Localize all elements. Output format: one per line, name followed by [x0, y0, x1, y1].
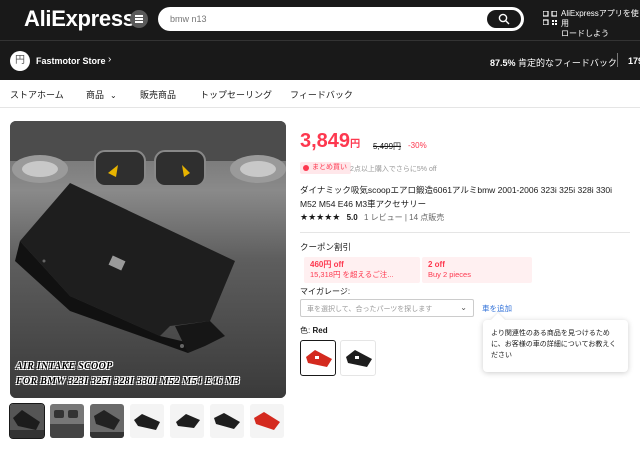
nav-sale-items[interactable]: 販売商品 [140, 88, 176, 101]
garage-tooltip: より関連性のある商品を見つけるために、お客様の車の詳細についてお教えください [483, 320, 628, 372]
coupon-1-detail: 15,318円 を超えるご注... [310, 270, 394, 279]
thumbnail-3[interactable] [90, 404, 124, 438]
coupon-2-detail: Buy 2 pieces [428, 270, 471, 279]
chevron-down-icon: ⌄ [110, 91, 117, 100]
rating-value: 5.0 [346, 213, 358, 222]
search-bar[interactable] [158, 7, 524, 31]
coupon-2-title: 2 off [428, 260, 445, 269]
price-unit: 円 [350, 139, 361, 150]
color-label-text: 色: [300, 326, 311, 335]
promo-text: 2点以上購入でさらに5% off [350, 166, 437, 173]
nav-products-label: 商品 [86, 90, 105, 100]
store-name[interactable]: Fastmotor Store [36, 56, 106, 66]
thumbnail-4[interactable] [130, 404, 164, 438]
store-feedback: 87.5% 肯定的なフィードバック [490, 56, 617, 69]
store-bar: 円 Fastmotor Store › 87.5% 肯定的なフィードバック 17… [0, 40, 640, 80]
app-download-text[interactable]: AliExpressアプリを使用 ロードしよう [561, 9, 640, 39]
coupon-2[interactable]: 2 off Buy 2 pieces [422, 257, 532, 283]
nav-products[interactable]: 商品 ⌄ [86, 88, 117, 101]
feedback-percent: 87.5% [490, 58, 516, 68]
color-swatch-red[interactable] [300, 340, 336, 376]
search-button[interactable] [487, 10, 521, 28]
coupon-1[interactable]: 460円 off 15,318円 を超えるご注... [304, 257, 420, 283]
product-photo [10, 121, 286, 398]
app-text-line1: AliExpressアプリを使用 [561, 9, 639, 28]
thumbnail-5[interactable] [170, 404, 204, 438]
reviews-link[interactable]: 1 レビュー [364, 213, 403, 222]
app-text-line2: ロードしよう [561, 29, 609, 38]
discount-percent: -30% [408, 141, 427, 150]
top-header: AliExpress AliExpressアプリを使用 ロードしよう [0, 0, 640, 40]
nav-store-home[interactable]: ストアホーム [10, 88, 64, 101]
chevron-down-icon: ⌄ [460, 303, 467, 312]
original-price: 5,499円 [373, 142, 402, 151]
image-caption-line2: FOR BMW 323I 325I 328I 330I M52 M54 E46 … [16, 376, 240, 387]
product-price: 3,849円 [300, 130, 360, 153]
search-icon [498, 13, 510, 25]
price-value: 3,849 [300, 130, 351, 152]
thumbnail-6[interactable] [210, 404, 244, 438]
feedback-label: 肯定的なフィードバック [515, 58, 617, 68]
section-divider [300, 232, 630, 233]
bulk-buy-badge: まとめ買い [300, 162, 351, 174]
follower-count: 179 [628, 56, 640, 66]
chevron-right-icon[interactable]: › [108, 54, 111, 65]
sold-count: 14 点販売 [409, 213, 445, 222]
thumbnail-1[interactable] [9, 403, 45, 439]
qr-code-icon[interactable] [543, 11, 557, 25]
garage-select[interactable]: 車を選択して、合ったパーツを探します ⌄ [300, 299, 474, 317]
color-label: 色: Red [300, 325, 328, 336]
nav-feedback[interactable]: フィードバック [290, 88, 353, 101]
nav-top-selling[interactable]: トップセーリング [200, 88, 272, 101]
store-nav: ストアホーム 商品 ⌄ 販売商品 トップセーリング フィードバック [0, 80, 640, 108]
store-avatar[interactable]: 円 [10, 51, 30, 71]
garage-placeholder: 車を選択して、合ったパーツを探します [307, 306, 433, 313]
main-product-image[interactable]: AIR INTAKE SCOOP FOR BMW 323I 325I 328I … [10, 121, 286, 398]
thumbnail-7[interactable] [250, 404, 284, 438]
product-title: ダイナミック吸気scoopエアロ鍛造6061アルミbmw 2001-2006 3… [300, 185, 613, 209]
color-value: Red [312, 326, 328, 335]
garage-label: マイガレージ: [300, 287, 351, 296]
rating-row: ★★★★★ 5.0 1 レビュー | 14 点販売 [300, 212, 444, 223]
coupon-1-title: 460円 off [310, 260, 344, 269]
thumbnail-2[interactable] [50, 404, 84, 438]
menu-icon[interactable] [130, 10, 148, 28]
aliexpress-logo[interactable]: AliExpress [24, 6, 135, 32]
coupon-label: クーポン割引 [300, 242, 352, 252]
color-swatch-black[interactable] [340, 340, 376, 376]
search-input[interactable] [170, 11, 470, 27]
image-caption-line1: AIR INTAKE SCOOP [16, 361, 113, 372]
store-divider [617, 53, 618, 67]
star-rating-icon: ★★★★★ [300, 212, 341, 222]
